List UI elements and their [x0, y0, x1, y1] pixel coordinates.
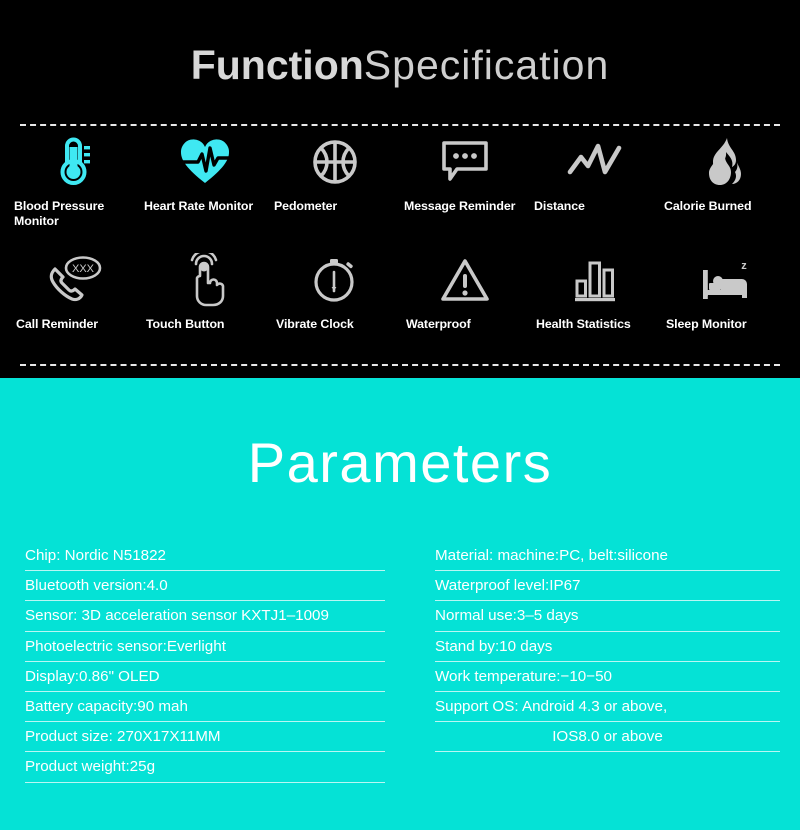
param-row: Stand by:10 days [435, 632, 780, 662]
feature-health-statistics[interactable]: Health Statistics [530, 252, 660, 332]
flame-icon [660, 134, 790, 190]
feature-vibrate-clock[interactable]: Vibrate Clock [270, 252, 400, 332]
feature-label: Touch Button [146, 317, 225, 331]
call-bubble-text: XXX [72, 263, 95, 275]
parameters-left-column: Chip: Nordic N51822 Bluetooth version:4.… [0, 541, 400, 830]
param-row-clipped [435, 752, 780, 766]
feature-calorie-burned[interactable]: Calorie Burned [660, 134, 790, 229]
feature-row-2: XXX Call Reminder Touch Button Vibrate C… [10, 252, 790, 332]
feature-label: Blood Pressure Monitor [14, 199, 105, 228]
param-row: Sensor: 3D acceleration sensor KXTJ1–100… [25, 601, 385, 632]
param-row: Waterproof level:IP67 [435, 571, 780, 602]
param-row: Product weight:25g [25, 752, 385, 783]
feature-label: Call Reminder [16, 317, 99, 331]
param-row: Bluetooth version:4.0 [25, 571, 385, 602]
feature-label: Calorie Burned [664, 199, 752, 213]
feature-heart-rate-monitor[interactable]: Heart Rate Monitor [140, 134, 270, 229]
feature-sleep-monitor[interactable]: z Sleep Monitor [660, 252, 790, 332]
sleep-z-text: z [741, 260, 747, 272]
feature-label: Sleep Monitor [666, 317, 747, 331]
feature-label: Message Reminder [404, 199, 516, 213]
param-row: Battery capacity:90 mah [25, 692, 385, 723]
basketball-icon [270, 134, 400, 190]
param-row: Product size: 270X17X11MM [25, 722, 385, 753]
feature-label: Heart Rate Monitor [144, 199, 254, 213]
function-title-thin: Specification [363, 42, 610, 88]
feature-waterproof[interactable]: Waterproof [400, 252, 530, 332]
parameters-section: Parameters Chip: Nordic N51822 Bluetooth… [0, 378, 800, 830]
divider-bottom-dashed [20, 364, 780, 366]
touch-hand-icon [140, 252, 270, 308]
feature-icon-grid: Blood Pressure Monitor Heart Rate Monito… [10, 134, 790, 332]
feature-label: Vibrate Clock [276, 317, 354, 331]
parameters-right-column: Material: machine:PC, belt:silicone Wate… [400, 541, 800, 830]
phone-handset-icon: XXX [10, 252, 140, 308]
warning-triangle-icon [400, 252, 530, 308]
divider-top-dashed [20, 124, 780, 126]
heart-pulse-icon [140, 134, 270, 190]
zigzag-line-icon [530, 134, 660, 190]
bar-chart-icon [530, 252, 660, 308]
param-row: Support OS: Android 4.3 or above, [435, 692, 780, 723]
param-row: IOS8.0 or above [435, 722, 780, 753]
bed-sleep-icon: z [660, 252, 790, 308]
feature-message-reminder[interactable]: Message Reminder [400, 134, 530, 229]
feature-distance[interactable]: Distance [530, 134, 660, 229]
feature-pedometer[interactable]: Pedometer [270, 134, 400, 229]
feature-label: Distance [534, 199, 585, 213]
param-row: Material: machine:PC, belt:silicone [435, 541, 780, 572]
feature-blood-pressure-monitor[interactable]: Blood Pressure Monitor [10, 134, 140, 229]
param-row: Display:0.86" OLED [25, 662, 385, 692]
speech-bubble-icon [400, 134, 530, 190]
function-specification-section: FunctionSpecification Blood Pressure Mon… [0, 0, 800, 378]
feature-label: Waterproof [406, 317, 471, 331]
feature-touch-button[interactable]: Touch Button [140, 252, 270, 332]
param-row: Normal use:3–5 days [435, 601, 780, 632]
param-row: Photoelectric sensor:Everlight [25, 632, 385, 662]
param-row: Chip: Nordic N51822 [25, 541, 385, 572]
parameters-title: Parameters [247, 431, 553, 494]
function-section-title: FunctionSpecification [0, 42, 800, 89]
param-row: Work temperature:−10−50 [435, 662, 780, 692]
feature-row-1: Blood Pressure Monitor Heart Rate Monito… [10, 134, 790, 229]
function-title-bold: Function [190, 42, 364, 88]
feature-label: Health Statistics [536, 317, 631, 331]
stopwatch-icon [270, 252, 400, 308]
parameters-columns: Chip: Nordic N51822 Bluetooth version:4.… [0, 541, 800, 830]
thermometer-icon [10, 134, 140, 190]
feature-call-reminder[interactable]: XXX Call Reminder [10, 252, 140, 332]
feature-label: Pedometer [274, 199, 338, 213]
